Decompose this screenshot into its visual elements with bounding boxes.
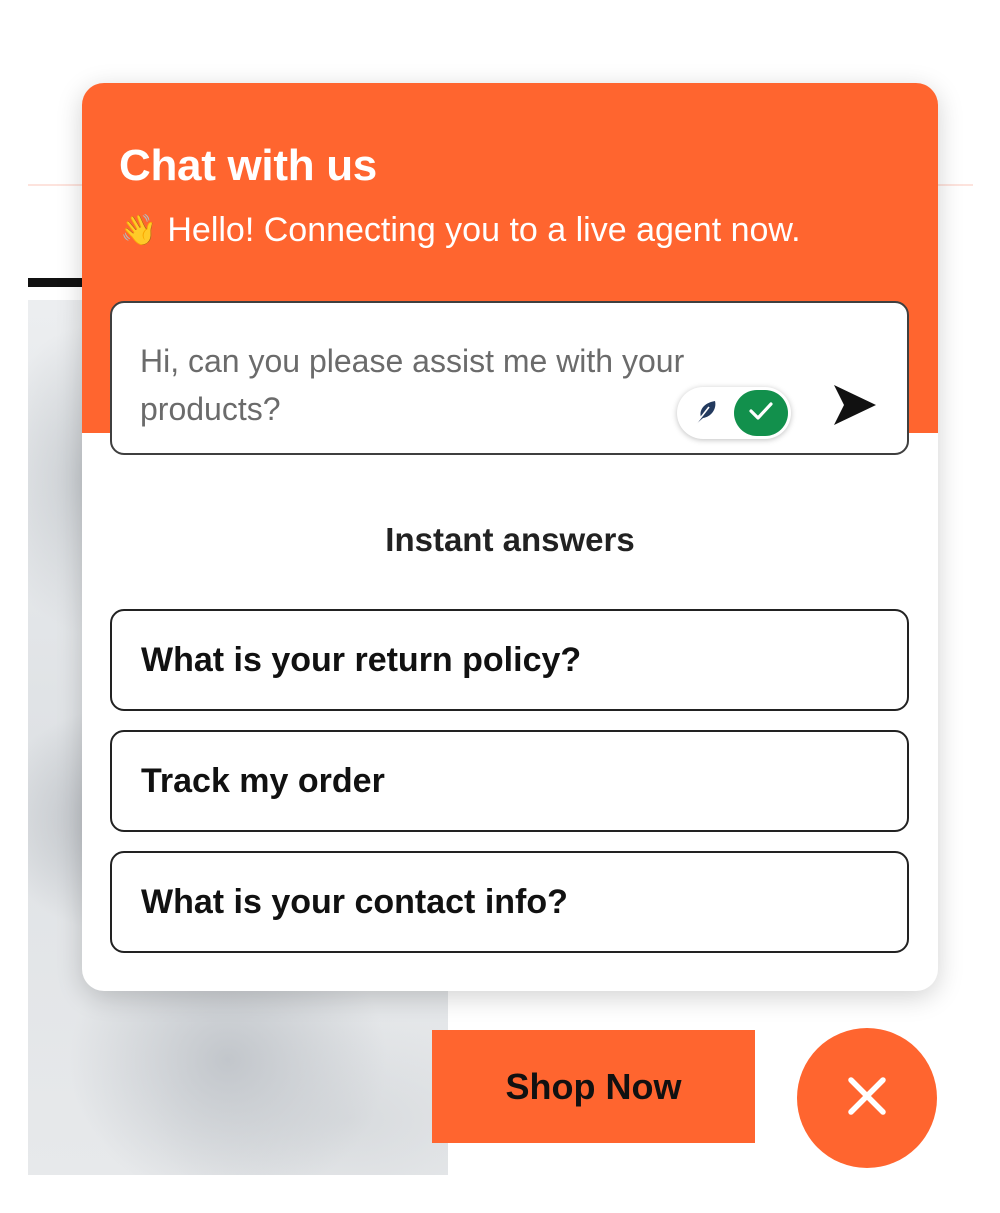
- waving-hand-icon: 👋: [120, 213, 158, 247]
- check-icon: [747, 399, 775, 428]
- close-icon: [843, 1072, 891, 1125]
- instant-answers-heading: Instant answers: [385, 521, 635, 558]
- instant-answer-button[interactable]: What is your contact info?: [110, 851, 909, 953]
- assistant-toggle[interactable]: [677, 387, 791, 439]
- chat-title: Chat with us: [119, 141, 377, 190]
- greeting-text: Hello! Connecting you to a live agent no…: [167, 211, 801, 249]
- chat-widget: Chat with us 👋 Hello! Connecting you to …: [82, 83, 938, 991]
- feather-icon: [691, 399, 721, 427]
- send-button[interactable]: [827, 379, 883, 435]
- instant-answer-button[interactable]: Track my order: [110, 730, 909, 832]
- shop-now-button[interactable]: Shop Now: [432, 1030, 755, 1143]
- toggle-knob: [734, 390, 788, 436]
- chat-greeting: 👋 Hello! Connecting you to a live agent …: [120, 211, 801, 250]
- send-arrow-icon: [832, 383, 878, 432]
- message-input[interactable]: Hi, can you please assist me with your p…: [110, 301, 909, 455]
- close-chat-button[interactable]: [797, 1028, 937, 1168]
- instant-answer-button[interactable]: What is your return policy?: [110, 609, 909, 711]
